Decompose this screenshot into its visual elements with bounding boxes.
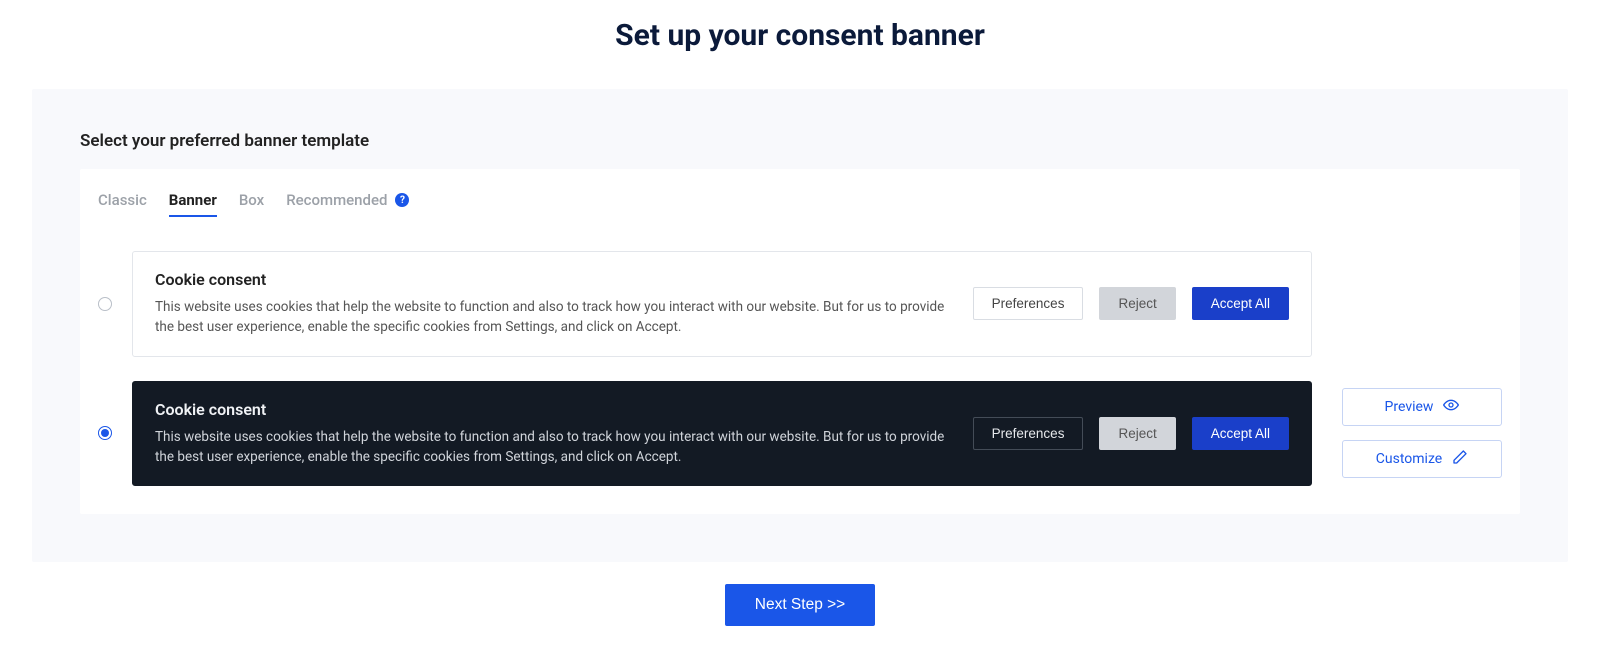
radio-template-light[interactable] [98,297,112,311]
reject-button[interactable]: Reject [1099,287,1175,320]
accept-all-button[interactable]: Accept All [1192,287,1289,320]
section-label: Select your preferred banner template [80,131,1520,151]
next-step-button[interactable]: Next Step >> [725,584,875,626]
tab-recommended[interactable]: Recommended ? [286,187,409,217]
eye-icon [1443,397,1459,417]
consent-title: Cookie consent [155,400,949,419]
template-option-light-row: Cookie consent This website uses cookies… [98,251,1502,357]
help-icon[interactable]: ? [395,193,409,207]
tab-box[interactable]: Box [239,187,264,217]
preview-button-label: Preview [1385,399,1434,415]
tab-recommended-label: Recommended [286,191,387,209]
template-option-dark[interactable]: Cookie consent This website uses cookies… [132,381,1312,487]
customize-button-label: Customize [1376,451,1442,467]
pencil-icon [1452,449,1468,469]
consent-description: This website uses cookies that help the … [155,297,949,338]
tabs: Classic Banner Box Recommended ? [98,187,1502,221]
template-card: Classic Banner Box Recommended ? Cookie [80,169,1520,514]
accept-all-button[interactable]: Accept All [1192,417,1289,450]
preferences-button[interactable]: Preferences [973,287,1084,320]
template-option-light[interactable]: Cookie consent This website uses cookies… [132,251,1312,357]
template-panel: Select your preferred banner template Cl… [32,89,1568,562]
tab-banner[interactable]: Banner [169,187,217,217]
template-options: Cookie consent This website uses cookies… [98,251,1502,486]
consent-title: Cookie consent [155,270,949,289]
template-option-dark-row: Cookie consent This website uses cookies… [98,381,1502,487]
page-title: Set up your consent banner [32,18,1568,53]
radio-template-dark[interactable] [98,426,112,440]
tab-classic[interactable]: Classic [98,187,147,217]
customize-button[interactable]: Customize [1342,440,1502,478]
reject-button[interactable]: Reject [1099,417,1175,450]
side-actions: Preview Customize [1342,388,1502,478]
preview-button[interactable]: Preview [1342,388,1502,426]
preferences-button[interactable]: Preferences [973,417,1084,450]
consent-description: This website uses cookies that help the … [155,427,949,468]
